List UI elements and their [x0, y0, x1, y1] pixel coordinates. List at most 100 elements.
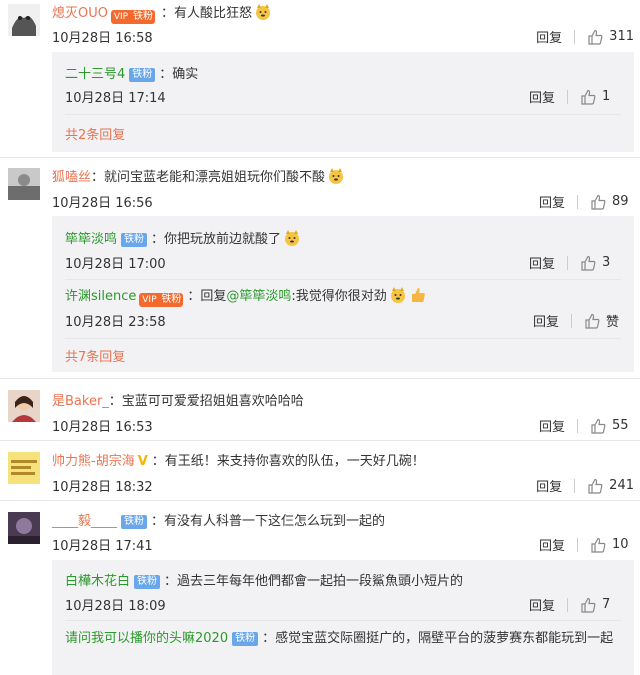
like-button[interactable]: 89 — [590, 194, 634, 210]
reply-item: 二十三号4 铁粉 ：确实 10月28日 17:14 回复 1 — [52, 52, 634, 106]
username[interactable]: ____毅____ — [52, 514, 117, 529]
like-count: 55 — [612, 418, 629, 433]
divider — [65, 338, 621, 339]
reply-item: 白樺木花白 铁粉 ：過去三年每年他們都會一起拍一段鯊魚頭小短片的 10月28日 18… — [52, 560, 634, 618]
username[interactable]: 帅力熊-胡宗海 — [52, 454, 135, 469]
reply-button[interactable]: 回复 — [536, 476, 562, 495]
divider — [0, 500, 640, 501]
comment-text: ：宝蓝可可爱爱招姐姐喜欢哈哈哈 — [108, 394, 304, 409]
thumbs-up-icon — [581, 255, 596, 271]
like-count: 10 — [612, 537, 629, 552]
reply-time: 10月28日 17:14 — [65, 91, 166, 106]
vip-fan-badge: VIP 铁粉 — [110, 10, 155, 24]
divider — [0, 378, 640, 379]
reply-item: 筚筚淡鸣 铁粉 ：你把玩放前边就酸了 10月28日 17:00 回复 3 — [52, 216, 634, 272]
reply-button[interactable]: 回复 — [529, 87, 555, 106]
reply-item: 许渊silence VIP 铁粉 ：回复@筚筚淡鸣:我觉得你很对劲 10月28日 23… — [52, 279, 634, 335]
like-button[interactable]: 10 — [590, 537, 634, 553]
reply-text: :我觉得你很对劲 — [291, 289, 387, 304]
reply-button[interactable]: 回复 — [533, 311, 559, 330]
doge-icon — [390, 287, 405, 303]
reply-text: ：過去三年每年他們都會一起拍一段鯊魚頭小短片的 — [164, 574, 464, 589]
comment-item: ____毅____ 铁粉 ：有没有人科普一下这仨怎么玩到一起的 10月28日 17:… — [0, 504, 640, 675]
reply-box: 白樺木花白铁粉 ：過去三年每年他們都會一起拍一段鯊魚頭小短片的 10月28日 18… — [52, 560, 634, 675]
avatar[interactable] — [8, 512, 40, 544]
fan-badge: 铁粉 — [129, 68, 156, 82]
comment-text: ：有人酸比狂怒 — [160, 6, 252, 21]
reply-text: ：你把玩放前边就酸了 — [151, 232, 282, 247]
username[interactable]: 狐嗑丝 — [52, 170, 91, 185]
divider — [567, 255, 568, 270]
divider — [567, 597, 568, 612]
like-count: 241 — [609, 478, 634, 493]
like-button[interactable]: 3 — [580, 255, 624, 271]
thumbs-up-icon — [588, 478, 603, 494]
thumbs-up-icon — [581, 89, 596, 105]
mention-link[interactable]: @筚筚淡鸣 — [226, 289, 291, 304]
divider — [577, 194, 578, 209]
like-button[interactable]: 241 — [587, 478, 634, 494]
like-count: 赞 — [606, 315, 620, 330]
like-button[interactable]: 311 — [587, 29, 634, 45]
reply-button[interactable]: 回复 — [539, 535, 565, 554]
thumbs-up-icon — [585, 313, 600, 329]
fan-badge: 铁粉 — [121, 515, 148, 529]
reply-button[interactable]: 回复 — [529, 595, 555, 614]
vip-badge-icon: VIP — [139, 293, 160, 307]
more-replies-link[interactable]: 共7条回复 — [65, 346, 125, 365]
divider — [0, 157, 640, 158]
like-button[interactable]: 55 — [590, 418, 634, 434]
comment-text: ：有没有人科普一下这仨怎么玩到一起的 — [151, 514, 386, 529]
thumbs-up-icon — [591, 537, 606, 553]
divider — [574, 29, 576, 44]
comment-item: 熄灭OUO VIP 铁粉 ：有人酸比狂怒 10月28日 16:58 回复 311 二十… — [0, 0, 640, 152]
reply-button[interactable]: 回复 — [529, 253, 555, 272]
reply-time: 10月28日 23:58 — [65, 315, 166, 330]
comment-time: 10月28日 18:32 — [52, 480, 153, 495]
doge-icon — [329, 168, 344, 184]
divider — [577, 418, 578, 433]
divider — [577, 537, 578, 552]
avatar[interactable] — [8, 390, 40, 422]
reply-time: 10月28日 18:09 — [65, 599, 166, 614]
thumbs-up-icon — [581, 597, 596, 613]
more-replies-link[interactable]: 共2条回复 — [65, 124, 125, 143]
like-count: 1 — [602, 89, 611, 104]
like-count: 311 — [609, 29, 634, 44]
like-count: 3 — [602, 255, 611, 270]
reply-username[interactable]: 筚筚淡鸣 — [65, 232, 117, 247]
like-button[interactable]: 1 — [580, 89, 624, 105]
like-button[interactable]: 7 — [580, 597, 624, 613]
divider — [65, 114, 621, 115]
reply-button[interactable]: 回复 — [536, 27, 562, 46]
comment-text: ：有王纸！来支持你喜欢的队伍，一天好几碗！ — [151, 454, 425, 469]
reply-username[interactable]: 请问我可以播你的头嘛2020 — [65, 631, 228, 646]
comment-item: 是Baker_：宝蓝可可爱爱招姐姐喜欢哈哈哈 10月28日 16:53 回复 5… — [0, 384, 640, 435]
reply-username[interactable]: 许渊silence — [65, 289, 136, 304]
divider — [0, 440, 640, 441]
thumbs-up-icon — [591, 194, 606, 210]
reply-button[interactable]: 回复 — [539, 416, 565, 435]
like-count: 89 — [612, 194, 629, 209]
avatar[interactable] — [8, 168, 40, 200]
reply-box: 二十三号4 铁粉 ：确实 10月28日 17:14 回复 1 共2条回复 — [52, 52, 634, 152]
like-button[interactable]: 赞 — [584, 311, 628, 330]
reply-text: ：确实 — [159, 67, 199, 82]
thumbs-up-emoji-icon — [411, 288, 425, 302]
avatar[interactable] — [8, 4, 40, 36]
verified-v-icon: V — [137, 454, 148, 469]
reply-button[interactable]: 回复 — [539, 192, 565, 211]
divider — [567, 89, 568, 104]
fan-badge: 铁粉 — [121, 233, 148, 247]
fan-badge: 铁粉 — [232, 632, 259, 646]
thumbs-up-icon — [591, 418, 606, 434]
username[interactable]: 熄灭OUO — [52, 6, 108, 21]
reply-username[interactable]: 白樺木花白 — [65, 574, 130, 589]
vip-badge-icon: VIP — [110, 10, 131, 24]
comment-time: 10月28日 16:53 — [52, 420, 153, 435]
doge-icon — [285, 230, 300, 246]
avatar[interactable] — [8, 452, 40, 484]
username[interactable]: 是Baker_ — [52, 394, 109, 409]
reply-username[interactable]: 二十三号4 — [65, 67, 125, 82]
reply-box: 筚筚淡鸣 铁粉 ：你把玩放前边就酸了 10月28日 17:00 回复 3 许渊sil… — [52, 216, 634, 372]
